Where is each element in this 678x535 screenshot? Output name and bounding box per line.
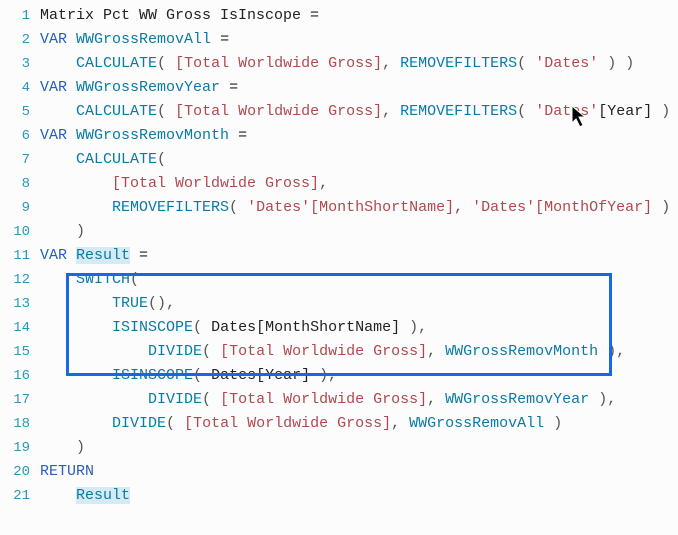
code-content: VAR Result = — [40, 244, 676, 268]
code-line[interactable]: 7 CALCULATE( — [2, 148, 676, 172]
line-number: 20 — [2, 460, 40, 484]
code-line[interactable]: 16 ISINSCOPE( Dates[Year] ), — [2, 364, 676, 388]
code-line[interactable]: 18 DIVIDE( [Total Worldwide Gross], WWGr… — [2, 412, 676, 436]
line-number: 8 — [2, 172, 40, 196]
code-line[interactable]: 19 ) — [2, 436, 676, 460]
code-content: DIVIDE( [Total Worldwide Gross], WWGross… — [40, 412, 676, 436]
line-number: 14 — [2, 316, 40, 340]
code-content: SWITCH( — [40, 268, 676, 292]
line-number: 5 — [2, 100, 40, 124]
code-content: TRUE(), — [40, 292, 676, 316]
line-number: 4 — [2, 76, 40, 100]
line-number: 18 — [2, 412, 40, 436]
code-line[interactable]: 21 Result — [2, 484, 676, 508]
code-content: ) — [40, 436, 676, 460]
line-number: 21 — [2, 484, 40, 508]
code-content: RETURN — [40, 460, 676, 484]
code-line[interactable]: 6 VAR WWGrossRemovMonth = — [2, 124, 676, 148]
line-number: 1 — [2, 4, 40, 28]
line-number: 2 — [2, 28, 40, 52]
code-content: CALCULATE( [Total Worldwide Gross], REMO… — [40, 52, 676, 76]
code-line[interactable]: 4 VAR WWGrossRemovYear = — [2, 76, 676, 100]
code-line[interactable]: 14 ISINSCOPE( Dates[MonthShortName] ), — [2, 316, 676, 340]
code-line[interactable]: 5 CALCULATE( [Total Worldwide Gross], RE… — [2, 100, 676, 124]
line-number: 10 — [2, 220, 40, 244]
line-number: 9 — [2, 196, 40, 220]
line-number: 6 — [2, 124, 40, 148]
code-line[interactable]: 9 REMOVEFILTERS( 'Dates'[MonthShortName]… — [2, 196, 676, 220]
code-content: VAR WWGrossRemovMonth = — [40, 124, 676, 148]
code-content: DIVIDE( [Total Worldwide Gross], WWGross… — [40, 388, 676, 412]
code-content: CALCULATE( [Total Worldwide Gross], REMO… — [40, 100, 678, 124]
code-content: ISINSCOPE( Dates[Year] ), — [40, 364, 676, 388]
code-line[interactable]: 11 VAR Result = — [2, 244, 676, 268]
line-number: 7 — [2, 148, 40, 172]
code-line[interactable]: 12 SWITCH( — [2, 268, 676, 292]
line-number: 12 — [2, 268, 40, 292]
code-line[interactable]: 15 DIVIDE( [Total Worldwide Gross], WWGr… — [2, 340, 676, 364]
code-content: DIVIDE( [Total Worldwide Gross], WWGross… — [40, 340, 676, 364]
code-line[interactable]: 3 CALCULATE( [Total Worldwide Gross], RE… — [2, 52, 676, 76]
code-content: ) — [40, 220, 676, 244]
code-line[interactable]: 20 RETURN — [2, 460, 676, 484]
line-number: 17 — [2, 388, 40, 412]
line-number: 11 — [2, 244, 40, 268]
code-line[interactable]: 10 ) — [2, 220, 676, 244]
code-line[interactable]: 13 TRUE(), — [2, 292, 676, 316]
code-line[interactable]: 2 VAR WWGrossRemovAll = — [2, 28, 676, 52]
code-content: REMOVEFILTERS( 'Dates'[MonthShortName], … — [40, 196, 676, 220]
line-number: 3 — [2, 52, 40, 76]
code-content: VAR WWGrossRemovAll = — [40, 28, 676, 52]
code-content: CALCULATE( — [40, 148, 676, 172]
line-number: 19 — [2, 436, 40, 460]
dax-editor[interactable]: 1 Matrix Pct WW Gross IsInscope = 2 VAR … — [0, 0, 678, 512]
code-line[interactable]: 8 [Total Worldwide Gross], — [2, 172, 676, 196]
line-number: 15 — [2, 340, 40, 364]
line-number: 16 — [2, 364, 40, 388]
code-content: VAR WWGrossRemovYear = — [40, 76, 676, 100]
line-number: 13 — [2, 292, 40, 316]
code-content: Result — [40, 484, 676, 508]
code-line[interactable]: 17 DIVIDE( [Total Worldwide Gross], WWGr… — [2, 388, 676, 412]
code-content: ISINSCOPE( Dates[MonthShortName] ), — [40, 316, 676, 340]
code-line[interactable]: 1 Matrix Pct WW Gross IsInscope = — [2, 4, 676, 28]
code-content: Matrix Pct WW Gross IsInscope = — [40, 4, 676, 28]
code-content: [Total Worldwide Gross], — [40, 172, 676, 196]
